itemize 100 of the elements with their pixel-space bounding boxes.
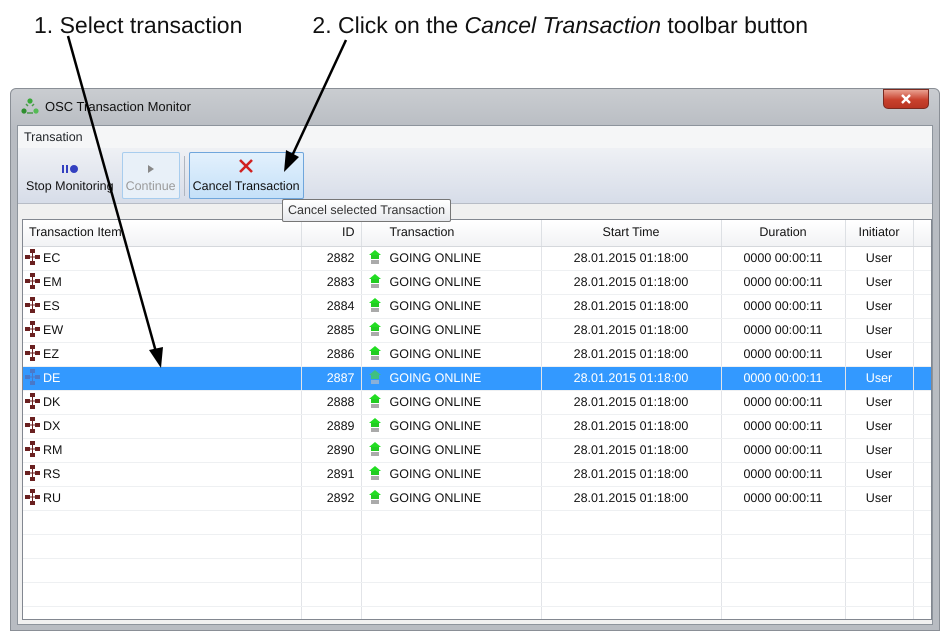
online-status-icon bbox=[368, 392, 382, 409]
item-name: EC bbox=[43, 250, 60, 265]
toolbar-button[interactable]: Cancel Transaction bbox=[188, 152, 304, 199]
table-cell: 28.01.2015 01:18:00 bbox=[541, 486, 721, 510]
status-text: GOING ONLINE bbox=[390, 274, 482, 289]
item-name: DE bbox=[43, 370, 60, 385]
status-text: GOING ONLINE bbox=[390, 490, 482, 505]
pause-icon bbox=[60, 164, 79, 174]
status-text: GOING ONLINE bbox=[390, 250, 482, 265]
status-text: GOING ONLINE bbox=[390, 346, 482, 361]
column-header[interactable]: Transaction bbox=[361, 220, 541, 246]
table-cell: 0000 00:00:11 bbox=[721, 342, 845, 366]
table-cell: 2889 bbox=[301, 414, 361, 438]
table-row[interactable]: ES 2884 GOING ONLINE 28.01.2015 01:18:00 0000 00:00:11 User bbox=[23, 294, 931, 318]
table-row[interactable]: EC 2882 GOING ONLINE 28.01.2015 01:18:00 0000 00:00:11 User bbox=[23, 246, 931, 270]
table-cell: 0000 00:00:11 bbox=[721, 414, 845, 438]
tree-icon bbox=[25, 464, 41, 481]
online-status-icon bbox=[368, 296, 382, 313]
table-cell: 28.01.2015 01:18:00 bbox=[541, 414, 721, 438]
table-row[interactable]: RS 2891 GOING ONLINE 28.01.2015 01:18:00 0000 00:00:11 User bbox=[23, 462, 931, 486]
table-cell: 2888 bbox=[301, 390, 361, 414]
table-cell: 2883 bbox=[301, 270, 361, 294]
item-name: ES bbox=[43, 298, 60, 313]
item-name: RU bbox=[43, 490, 62, 505]
table-cell: 28.01.2015 01:18:00 bbox=[541, 438, 721, 462]
table-cell: 0000 00:00:11 bbox=[721, 270, 845, 294]
table-cell: 2890 bbox=[301, 438, 361, 462]
table-cell: 28.01.2015 01:18:00 bbox=[541, 462, 721, 486]
item-name: EM bbox=[43, 274, 62, 289]
table-cell: 0000 00:00:11 bbox=[721, 438, 845, 462]
tooltip: Cancel selected Transaction bbox=[282, 199, 452, 222]
table-cell: User bbox=[845, 462, 913, 486]
table-cell: User bbox=[845, 294, 913, 318]
table-row[interactable]: EZ 2886 GOING ONLINE 28.01.2015 01:18:00 0000 00:00:11 User bbox=[23, 342, 931, 366]
table-cell: 28.01.2015 01:18:00 bbox=[541, 390, 721, 414]
online-status-icon bbox=[368, 344, 382, 361]
column-header[interactable]: Initiator bbox=[845, 220, 913, 246]
close-button[interactable] bbox=[883, 89, 929, 109]
item-name: DK bbox=[43, 394, 60, 409]
item-name: EW bbox=[43, 322, 64, 337]
table-cell: 0000 00:00:11 bbox=[721, 318, 845, 342]
table-cell: User bbox=[845, 486, 913, 510]
item-name: DX bbox=[43, 418, 60, 433]
online-status-icon bbox=[368, 464, 382, 481]
table-cell: 28.01.2015 01:18:00 bbox=[541, 294, 721, 318]
column-header[interactable]: ID bbox=[301, 220, 361, 246]
app-icon bbox=[21, 98, 39, 116]
column-header[interactable]: Start Time bbox=[541, 220, 721, 246]
table-cell: 28.01.2015 01:18:00 bbox=[541, 270, 721, 294]
tree-icon bbox=[25, 320, 41, 337]
table-cell: 28.01.2015 01:18:00 bbox=[541, 342, 721, 366]
play-icon bbox=[146, 164, 155, 174]
table-cell: 28.01.2015 01:18:00 bbox=[541, 318, 721, 342]
annotation-text: 2. Click on the Cancel Transaction toolbar button bbox=[312, 11, 808, 40]
table-cell: User bbox=[845, 342, 913, 366]
table-cell: User bbox=[845, 390, 913, 414]
online-status-icon bbox=[368, 248, 382, 265]
column-header[interactable]: Transaction Item bbox=[23, 220, 301, 246]
tree-icon bbox=[25, 416, 41, 433]
table-cell: 2882 bbox=[301, 246, 361, 270]
table-cell: User bbox=[845, 270, 913, 294]
table-cell: User bbox=[845, 366, 913, 390]
table-row[interactable]: EM 2883 GOING ONLINE 28.01.2015 01:18:00 0000 00:00:11 User bbox=[23, 270, 931, 294]
table-cell: 0000 00:00:11 bbox=[721, 294, 845, 318]
table-row[interactable]: RU 2892 GOING ONLINE 28.01.2015 01:18:00 0000 00:00:11 User bbox=[23, 486, 931, 510]
table-cell: User bbox=[845, 318, 913, 342]
status-text: GOING ONLINE bbox=[390, 442, 482, 457]
table-cell: 28.01.2015 01:18:00 bbox=[541, 366, 721, 390]
close-icon bbox=[900, 94, 912, 104]
tree-icon bbox=[25, 488, 41, 505]
status-text: GOING ONLINE bbox=[390, 418, 482, 433]
column-header[interactable]: Duration bbox=[721, 220, 845, 246]
online-status-icon bbox=[368, 488, 382, 505]
annotation-text: 1. Select transaction bbox=[34, 11, 242, 40]
table-cell: 2885 bbox=[301, 318, 361, 342]
item-name: EZ bbox=[43, 346, 59, 361]
table-row[interactable]: RM 2890 GOING ONLINE 28.01.2015 01:18:00 0000 00:00:11 User bbox=[23, 438, 931, 462]
tree-icon bbox=[25, 248, 41, 265]
tree-icon bbox=[25, 344, 41, 361]
online-status-icon bbox=[368, 416, 382, 433]
table-row[interactable]: DX 2889 GOING ONLINE 28.01.2015 01:18:00 0000 00:00:11 User bbox=[23, 414, 931, 438]
status-text: GOING ONLINE bbox=[390, 466, 482, 481]
status-text: GOING ONLINE bbox=[390, 370, 482, 385]
table-cell: 2886 bbox=[301, 342, 361, 366]
table-cell: 2887 bbox=[301, 366, 361, 390]
tree-icon bbox=[25, 296, 41, 313]
cancel-icon bbox=[238, 158, 254, 174]
table-row[interactable]: DK 2888 GOING ONLINE 28.01.2015 01:18:00 0000 00:00:11 User bbox=[23, 390, 931, 414]
menu-item[interactable]: Transation bbox=[24, 128, 83, 146]
table-cell: User bbox=[845, 414, 913, 438]
item-name: RS bbox=[43, 466, 60, 481]
table-cell: 28.01.2015 01:18:00 bbox=[541, 246, 721, 270]
table-cell: 0000 00:00:11 bbox=[721, 462, 845, 486]
status-text: GOING ONLINE bbox=[390, 298, 482, 313]
tree-icon bbox=[25, 368, 41, 385]
status-text: GOING ONLINE bbox=[390, 394, 482, 409]
table-row[interactable]: EW 2885 GOING ONLINE 28.01.2015 01:18:00 0000 00:00:11 User bbox=[23, 318, 931, 342]
table-cell: 0000 00:00:11 bbox=[721, 486, 845, 510]
table-cell: 2884 bbox=[301, 294, 361, 318]
table-cell: 0000 00:00:11 bbox=[721, 246, 845, 270]
